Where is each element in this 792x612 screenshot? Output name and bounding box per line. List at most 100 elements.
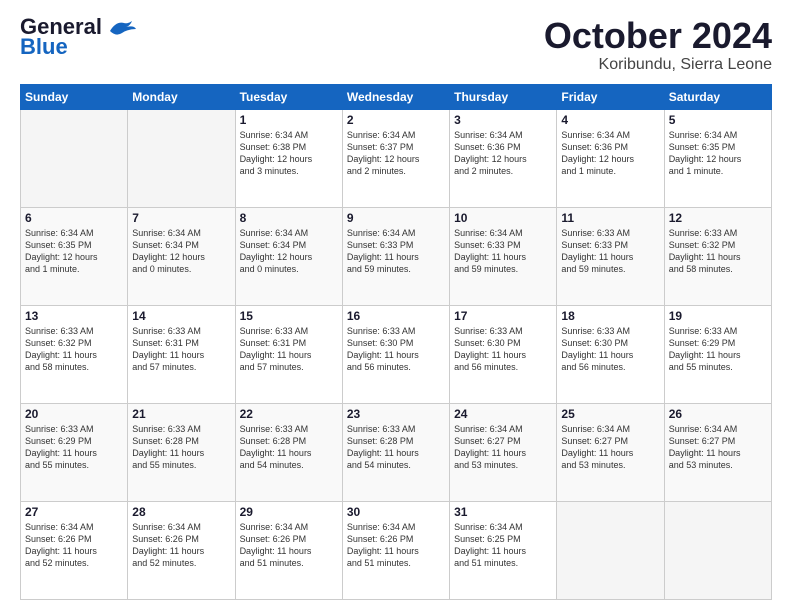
table-row — [557, 501, 664, 599]
day-number: 2 — [347, 113, 445, 127]
table-row — [128, 109, 235, 207]
day-number: 9 — [347, 211, 445, 225]
page: General Blue October 2024 Koribundu, Sie… — [0, 0, 792, 612]
col-friday: Friday — [557, 84, 664, 109]
table-row: 23Sunrise: 6:33 AM Sunset: 6:28 PM Dayli… — [342, 403, 449, 501]
logo: General Blue — [20, 16, 136, 60]
day-info: Sunrise: 6:33 AM Sunset: 6:29 PM Dayligh… — [669, 325, 767, 374]
day-number: 18 — [561, 309, 659, 323]
table-row: 18 Sunrise: 6:33 AM Sunset: 6:30 PM Dayli… — [557, 305, 664, 403]
day-info: Sunrise: 6:34 AM Sunset: 6:36 PM Dayligh… — [561, 129, 659, 178]
day-info: Sunrise: 6:33 AM Sunset: 6:30 PM Dayligh… — [561, 325, 659, 374]
title-area: October 2024 Koribundu, Sierra Leone — [544, 16, 772, 74]
day-info: Sunrise: 6:34 AM Sunset: 6:38 PM Dayligh… — [240, 129, 338, 178]
table-row — [21, 109, 128, 207]
day-info: Sunrise: 6:33 AM Sunset: 6:30 PM Dayligh… — [347, 325, 445, 374]
calendar-week-row: 20Sunrise: 6:33 AM Sunset: 6:29 PM Dayli… — [21, 403, 772, 501]
table-row: 9 Sunrise: 6:34 AM Sunset: 6:33 PM Daylig… — [342, 207, 449, 305]
day-info: Sunrise: 6:33 AM Sunset: 6:32 PM Dayligh… — [25, 325, 123, 374]
day-info: Sunrise: 6:34 AM Sunset: 6:26 PM Dayligh… — [25, 521, 123, 570]
day-info: Sunrise: 6:34 AM Sunset: 6:26 PM Dayligh… — [347, 521, 445, 570]
table-row: 5 Sunrise: 6:34 AM Sunset: 6:35 PM Daylig… — [664, 109, 771, 207]
day-info: Sunrise: 6:34 AM Sunset: 6:25 PM Dayligh… — [454, 521, 552, 570]
col-tuesday: Tuesday — [235, 84, 342, 109]
day-info: Sunrise: 6:34 AM Sunset: 6:34 PM Dayligh… — [240, 227, 338, 276]
day-number: 11 — [561, 211, 659, 225]
col-monday: Monday — [128, 84, 235, 109]
day-info: Sunrise: 6:34 AM Sunset: 6:35 PM Dayligh… — [669, 129, 767, 178]
table-row: 19 Sunrise: 6:33 AM Sunset: 6:29 PM Dayli… — [664, 305, 771, 403]
day-number: 5 — [669, 113, 767, 127]
day-info: Sunrise: 6:33 AM Sunset: 6:32 PM Dayligh… — [669, 227, 767, 276]
table-row: 13 Sunrise: 6:33 AM Sunset: 6:32 PM Dayli… — [21, 305, 128, 403]
day-number: 30 — [347, 505, 445, 519]
day-info: Sunrise: 6:34 AM Sunset: 6:33 PM Dayligh… — [454, 227, 552, 276]
day-number: 22 — [240, 407, 338, 421]
day-number: 14 — [132, 309, 230, 323]
day-info: Sunrise: 6:33 AM Sunset: 6:31 PM Dayligh… — [132, 325, 230, 374]
day-info: Sunrise: 6:34 AM Sunset: 6:35 PM Dayligh… — [25, 227, 123, 276]
day-info: Sunrise: 6:34 AM Sunset: 6:26 PM Dayligh… — [240, 521, 338, 570]
day-info: Sunrise: 6:34 AM Sunset: 6:27 PM Dayligh… — [669, 423, 767, 472]
day-info: Sunrise: 6:34 AM Sunset: 6:36 PM Dayligh… — [454, 129, 552, 178]
calendar-week-row: 1 Sunrise: 6:34 AM Sunset: 6:38 PM Daylig… — [21, 109, 772, 207]
day-number: 13 — [25, 309, 123, 323]
table-row: 27 Sunrise: 6:34 AM Sunset: 6:26 PM Dayli… — [21, 501, 128, 599]
day-number: 26 — [669, 407, 767, 421]
day-info: Sunrise: 6:33 AM Sunset: 6:28 PM Dayligh… — [132, 423, 230, 472]
table-row: 15 Sunrise: 6:33 AM Sunset: 6:31 PM Dayli… — [235, 305, 342, 403]
table-row: 22 Sunrise: 6:33 AM Sunset: 6:28 PM Dayli… — [235, 403, 342, 501]
table-row: 24Sunrise: 6:34 AM Sunset: 6:27 PM Dayli… — [450, 403, 557, 501]
day-number: 28 — [132, 505, 230, 519]
calendar-week-row: 13 Sunrise: 6:33 AM Sunset: 6:32 PM Dayli… — [21, 305, 772, 403]
day-number: 1 — [240, 113, 338, 127]
table-row: 7 Sunrise: 6:34 AM Sunset: 6:34 PM Daylig… — [128, 207, 235, 305]
col-sunday: Sunday — [21, 84, 128, 109]
table-row — [664, 501, 771, 599]
day-number: 7 — [132, 211, 230, 225]
table-row: 6 Sunrise: 6:34 AM Sunset: 6:35 PM Daylig… — [21, 207, 128, 305]
day-number: 15 — [240, 309, 338, 323]
day-info: Sunrise: 6:33 AM Sunset: 6:31 PM Dayligh… — [240, 325, 338, 374]
day-info: Sunrise: 6:34 AM Sunset: 6:26 PM Dayligh… — [132, 521, 230, 570]
day-number: 25 — [561, 407, 659, 421]
table-row: 10Sunrise: 6:34 AM Sunset: 6:33 PM Dayli… — [450, 207, 557, 305]
table-row: 14 Sunrise: 6:33 AM Sunset: 6:31 PM Dayli… — [128, 305, 235, 403]
day-number: 3 — [454, 113, 552, 127]
day-number: 27 — [25, 505, 123, 519]
table-row: 16Sunrise: 6:33 AM Sunset: 6:30 PM Dayli… — [342, 305, 449, 403]
logo-bottom: Blue — [20, 34, 68, 60]
table-row: 12 Sunrise: 6:33 AM Sunset: 6:32 PM Dayli… — [664, 207, 771, 305]
table-row: 17Sunrise: 6:33 AM Sunset: 6:30 PM Dayli… — [450, 305, 557, 403]
calendar-subtitle: Koribundu, Sierra Leone — [544, 56, 772, 74]
table-row: 2Sunrise: 6:34 AM Sunset: 6:37 PM Daylig… — [342, 109, 449, 207]
calendar-header-row: Sunday Monday Tuesday Wednesday Thursday… — [21, 84, 772, 109]
day-info: Sunrise: 6:34 AM Sunset: 6:33 PM Dayligh… — [347, 227, 445, 276]
day-number: 12 — [669, 211, 767, 225]
table-row: 30 Sunrise: 6:34 AM Sunset: 6:26 PM Dayli… — [342, 501, 449, 599]
table-row: 4 Sunrise: 6:34 AM Sunset: 6:36 PM Daylig… — [557, 109, 664, 207]
table-row: 29Sunrise: 6:34 AM Sunset: 6:26 PM Dayli… — [235, 501, 342, 599]
calendar-week-row: 6 Sunrise: 6:34 AM Sunset: 6:35 PM Daylig… — [21, 207, 772, 305]
day-info: Sunrise: 6:33 AM Sunset: 6:30 PM Dayligh… — [454, 325, 552, 374]
table-row: 26 Sunrise: 6:34 AM Sunset: 6:27 PM Dayli… — [664, 403, 771, 501]
day-info: Sunrise: 6:34 AM Sunset: 6:27 PM Dayligh… — [454, 423, 552, 472]
table-row: 31 Sunrise: 6:34 AM Sunset: 6:25 PM Dayli… — [450, 501, 557, 599]
day-number: 21 — [132, 407, 230, 421]
day-info: Sunrise: 6:34 AM Sunset: 6:34 PM Dayligh… — [132, 227, 230, 276]
day-info: Sunrise: 6:33 AM Sunset: 6:28 PM Dayligh… — [240, 423, 338, 472]
day-number: 19 — [669, 309, 767, 323]
header: General Blue October 2024 Koribundu, Sie… — [20, 16, 772, 74]
day-number: 31 — [454, 505, 552, 519]
logo-bird-icon — [106, 17, 136, 37]
col-wednesday: Wednesday — [342, 84, 449, 109]
day-number: 6 — [25, 211, 123, 225]
day-number: 20 — [25, 407, 123, 421]
day-info: Sunrise: 6:34 AM Sunset: 6:27 PM Dayligh… — [561, 423, 659, 472]
table-row: 3 Sunrise: 6:34 AM Sunset: 6:36 PM Daylig… — [450, 109, 557, 207]
calendar-title: October 2024 — [544, 16, 772, 56]
day-info: Sunrise: 6:33 AM Sunset: 6:28 PM Dayligh… — [347, 423, 445, 472]
table-row: 8Sunrise: 6:34 AM Sunset: 6:34 PM Daylig… — [235, 207, 342, 305]
table-row: 11Sunrise: 6:33 AM Sunset: 6:33 PM Dayli… — [557, 207, 664, 305]
day-number: 4 — [561, 113, 659, 127]
